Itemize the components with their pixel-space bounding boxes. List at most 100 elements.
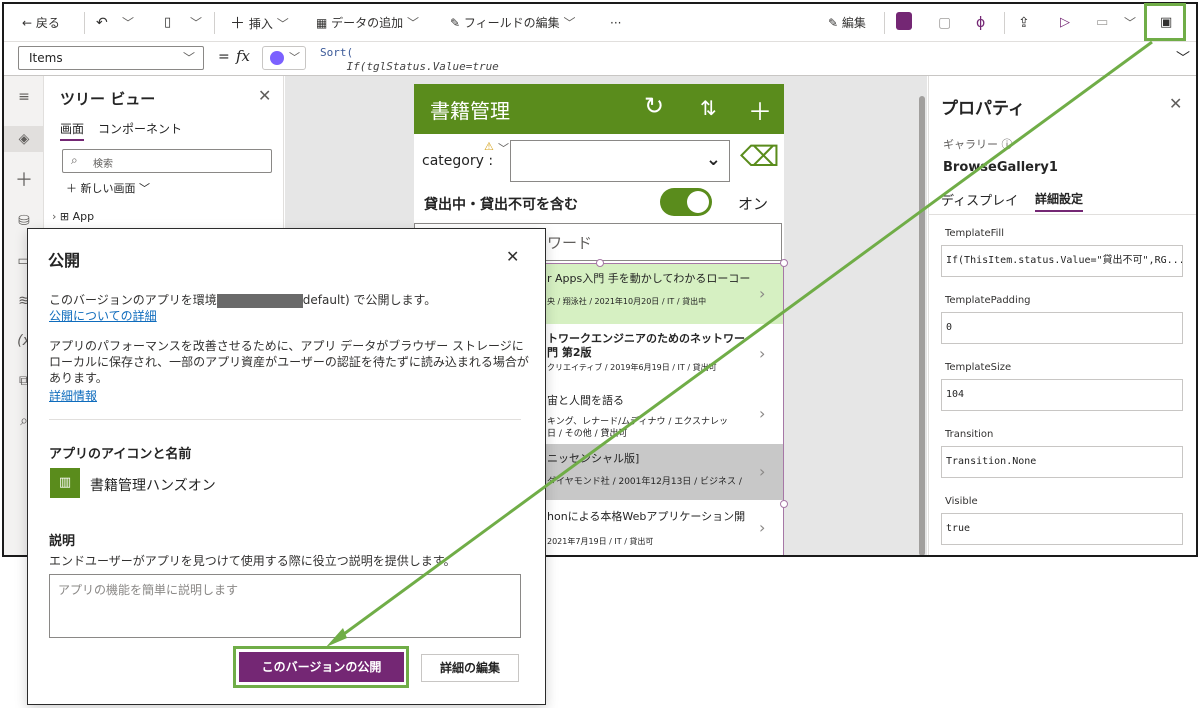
table-icon: ▦ [316, 16, 328, 30]
details-text: 公開についての詳細 [49, 308, 529, 324]
layers-icon[interactable]: ◈ [4, 126, 44, 152]
canvas-scrollbar[interactable] [919, 96, 925, 555]
divider [929, 214, 1196, 215]
stethoscope-icon[interactable]: ϕ [976, 14, 985, 32]
tab-components[interactable]: コンポーネント [98, 120, 182, 137]
play-icon[interactable]: ▷ [1060, 14, 1070, 32]
more-info-link[interactable]: 詳細情報 [49, 389, 97, 403]
icon-section-title: アプリのアイコンと名前 [49, 447, 192, 462]
plus-icon: ＋ [230, 14, 246, 32]
prop-templatesize-input[interactable]: 104 [941, 379, 1183, 411]
prop-label: TemplatePadding [945, 295, 1031, 306]
tab-advanced[interactable]: 詳細設定 [1035, 190, 1084, 212]
edit-details-button[interactable]: 詳細の編集 [421, 654, 519, 682]
property-dropdown[interactable]: Items ﹀ [18, 46, 204, 70]
control-name: BrowseGallery1 [943, 160, 1058, 175]
prop-visible-input[interactable]: true [941, 513, 1183, 545]
hamburger-icon[interactable]: ≡ [4, 84, 44, 110]
properties-title: プロパティ [941, 99, 1025, 119]
warning-icon: ⚠ [484, 140, 494, 153]
new-screen-button[interactable]: ＋ 新しい画面 ﹀ [66, 180, 150, 196]
toolbar-divider [1004, 12, 1005, 34]
chevron-right-icon: › [759, 284, 766, 303]
toggle-label: 貸出中・貸出不可を含む [424, 197, 578, 213]
copilot-icon [270, 51, 284, 65]
resize-handle[interactable] [780, 259, 788, 267]
chevron-down-icon[interactable]: ﹀ [1176, 48, 1190, 68]
redacted-environment [216, 293, 303, 308]
prop-label: Transition [945, 429, 994, 440]
resize-handle[interactable] [780, 500, 788, 508]
fx-icon: fx [236, 47, 251, 65]
share-icon[interactable]: ⇪ [1018, 14, 1030, 32]
close-icon[interactable]: ✕ [258, 86, 271, 105]
chevron-down-icon: ﹀ [407, 16, 420, 30]
equals-sign: = [218, 49, 230, 65]
edit-fields-button[interactable]: ✎ フィールドの編集 ﹀ [450, 14, 576, 32]
toolbar-divider [84, 12, 85, 34]
add-data-button[interactable]: ▦ データの追加 ﹀ [316, 14, 419, 32]
chevron-right-icon: › [759, 518, 766, 537]
command-bar: ← 戻る ↶ ﹀ ▯ ﹀ ＋ 挿入 ﹀ ▦ データの追加 ﹀ ✎ フィールドの編… [4, 4, 1196, 42]
close-icon[interactable]: ✕ [1169, 94, 1182, 113]
plus-icon[interactable]: ＋ [4, 168, 44, 194]
annotation-highlight [1144, 3, 1186, 41]
pencil-fields-icon: ✎ [450, 16, 461, 30]
app-checker-icon[interactable] [896, 12, 912, 30]
edit-button[interactable]: ✎ 編集 [828, 14, 866, 32]
close-icon[interactable]: ✕ [506, 247, 519, 266]
eraser-icon[interactable]: ⌫ [740, 140, 780, 173]
description-section-title: 説明 [49, 534, 76, 549]
category-dropdown[interactable]: ⌄ [510, 140, 730, 182]
formula-editor[interactable]: Sort( If(tglStatus.Value=true [320, 42, 1150, 72]
chevron-down-icon[interactable]: ﹀ [122, 14, 134, 32]
properties-panel: プロパティ ✕ ギャラリー ⓘ BrowseGallery1 ディスプレイ 詳細… [928, 76, 1196, 555]
tree-view-title: ツリー ビュー [60, 90, 156, 108]
copilot-button[interactable]: ﹀ [262, 46, 306, 70]
insert-button[interactable]: ＋ 挿入 ﹀ [230, 14, 289, 32]
formula-bar: Items ﹀ = fx ﹀ Sort( If(tglStatus.Value=… [4, 42, 1196, 76]
chevron-down-icon[interactable]: ﹀ [1124, 14, 1136, 32]
sort-icon[interactable]: ⇅ [700, 96, 717, 120]
prop-templatepadding-input[interactable]: 0 [941, 312, 1183, 344]
back-button[interactable]: ← 戻る [22, 14, 60, 32]
toggle-knob [687, 191, 709, 213]
chevron-down-icon: ﹀ [182, 51, 195, 65]
add-icon[interactable]: ＋ [748, 92, 772, 127]
clipboard-icon[interactable]: ▯ [164, 14, 171, 32]
chevron-right-icon: › [759, 462, 766, 481]
status-toggle[interactable] [660, 188, 712, 216]
dialog-title: 公開 [48, 251, 81, 270]
prop-label: TemplateFill [945, 228, 1004, 239]
chevron-down-icon[interactable]: ﹀ [190, 14, 202, 32]
app-header: 書籍管理 ↻ ⇅ ＋ [414, 84, 784, 134]
performance-text: アプリのパフォーマンスを改善させるために、アプリ データがブラウザー ストレージ… [49, 339, 529, 385]
undo-icon[interactable]: ↶ [96, 14, 108, 32]
chevron-down-icon: ﹀ [563, 16, 576, 30]
save-icon[interactable]: ▭ [1096, 14, 1108, 32]
app-title: 書籍管理 [430, 99, 510, 123]
publish-details-link[interactable]: 公開についての詳細 [49, 309, 157, 323]
toolbar-divider [884, 12, 885, 34]
prop-transition-input[interactable]: Transition.None [941, 446, 1183, 478]
chevron-down-icon: ⌄ [705, 149, 721, 170]
chevron-down-icon: ﹀ [139, 182, 150, 195]
publish-dialog: 公開 ✕ このバージョンのアプリを環境 default) で公開します。 公開につ… [27, 228, 546, 705]
refresh-icon[interactable]: ↻ [644, 92, 664, 120]
description-textarea[interactable]: アプリの機能を簡単に説明します [49, 574, 521, 638]
prop-label: Visible [945, 496, 978, 507]
help-icon: ⓘ [1001, 138, 1013, 151]
chevron-down-icon: ﹀ [498, 142, 509, 155]
tree-search-input[interactable]: ⌕ 検索 [62, 149, 272, 173]
arrow-left-icon: ← [22, 16, 33, 30]
tab-display[interactable]: ディスプレイ [941, 190, 1018, 209]
prop-templatefill-input[interactable]: If(ThisItem.status.Value="貸出不可",RG... [941, 245, 1183, 277]
more-button[interactable]: ··· [610, 14, 621, 32]
tree-item-app[interactable]: › ⊞ App [52, 210, 94, 223]
plus-icon: ＋ [66, 182, 77, 195]
description-help: エンドユーザーがアプリを見つけて使用する際に役立つ説明を提供します。 [49, 554, 456, 568]
resize-handle[interactable] [596, 259, 604, 267]
comment-icon[interactable]: ▢ [938, 14, 951, 32]
app-icon: ▥ [50, 468, 80, 498]
tab-screens[interactable]: 画面 [60, 120, 85, 141]
